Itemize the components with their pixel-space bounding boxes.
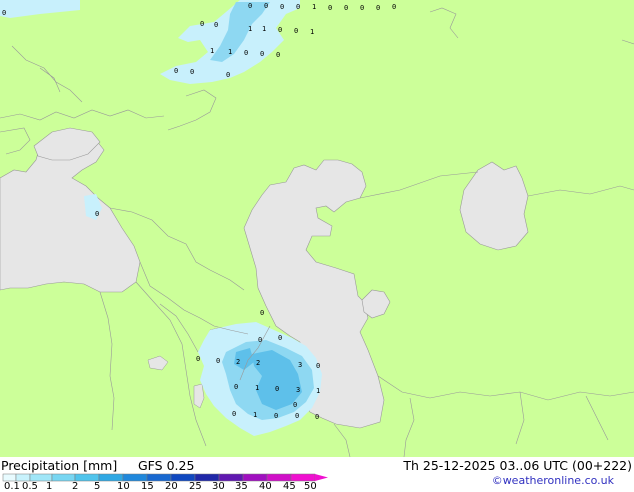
precipitation-map: 0 0 0 0 1 0 0 0 0 0 0 0 1 1 0 0 1 1 1 0 … <box>0 0 634 457</box>
legend-arrow <box>315 474 328 481</box>
legend-label: 15 <box>141 481 154 492</box>
grid-value: 0 <box>328 4 332 12</box>
grid-value: 0 <box>280 3 284 11</box>
validity-time: Th 25-12-2025 03..06 UTC (00+222) <box>403 458 632 473</box>
grid-value: 0 <box>196 355 200 363</box>
legend-label: 0.1 <box>4 481 20 492</box>
legend-swatch <box>194 473 220 482</box>
grid-value: 0 <box>260 309 264 317</box>
legend-swatch <box>15 473 31 482</box>
grid-value: 1 <box>228 48 232 56</box>
legend-swatch <box>29 473 53 482</box>
legend-swatch <box>290 473 316 482</box>
grid-value: 0 <box>278 26 282 34</box>
legend-label: 40 <box>259 481 272 492</box>
legend-label: 25 <box>189 481 202 492</box>
legend-swatch <box>98 473 124 482</box>
legend-label: 10 <box>117 481 130 492</box>
grid-value: 3 <box>298 361 302 369</box>
grid-value: 0 <box>392 3 396 11</box>
grid-value: 0 <box>264 2 268 10</box>
grid-value: 0 <box>315 413 319 421</box>
grid-value: 0 <box>190 68 194 76</box>
grid-value: 0 <box>360 4 364 12</box>
legend-label: 45 <box>283 481 296 492</box>
model-name: GFS 0.25 <box>138 458 195 473</box>
legend-label: 0.5 <box>22 481 38 492</box>
grid-value: 1 <box>312 3 316 11</box>
legend-label: 50 <box>304 481 317 492</box>
grid-value: 0 <box>174 67 178 75</box>
legend-label: 2 <box>72 481 79 492</box>
legend-swatch <box>74 473 100 482</box>
legend-label: 35 <box>235 481 248 492</box>
legend-label: 30 <box>212 481 225 492</box>
legend-swatch <box>218 473 244 482</box>
legend-swatch <box>51 473 76 482</box>
grid-value: 0 <box>258 336 262 344</box>
grid-value: 1 <box>255 384 259 392</box>
legend-swatch <box>2 473 17 482</box>
legend-swatch <box>242 473 268 482</box>
legend-label: 1 <box>46 481 53 492</box>
grid-value: 0 <box>95 210 99 218</box>
grid-value: 0 <box>234 383 238 391</box>
legend-swatch <box>146 473 172 482</box>
grid-value: 0 <box>260 50 264 58</box>
credit-link[interactable]: ©weatheronline.co.uk <box>492 474 614 487</box>
grid-value: 1 <box>210 47 214 55</box>
grid-value: 0 <box>248 2 252 10</box>
grid-value: 0 <box>200 20 204 28</box>
grid-value: 0 <box>276 51 280 59</box>
grid-value: 1 <box>316 387 320 395</box>
grid-value: 0 <box>293 401 297 409</box>
grid-value: 0 <box>295 412 299 420</box>
grid-value: 0 <box>226 71 230 79</box>
grid-value: 0 <box>244 49 248 57</box>
grid-value: 0 <box>232 410 236 418</box>
grid-value: 0 <box>294 27 298 35</box>
grid-value: 0 <box>2 9 6 17</box>
grid-value: 1 <box>253 411 257 419</box>
grid-value: 0 <box>316 362 320 370</box>
legend-swatch <box>122 473 148 482</box>
grid-value: 0 <box>216 357 220 365</box>
legend-swatch <box>170 473 196 482</box>
grid-value: 0 <box>214 21 218 29</box>
grid-value: 0 <box>274 412 278 420</box>
grid-value: 0 <box>376 4 380 12</box>
grid-value: 1 <box>262 25 266 33</box>
grid-value: 0 <box>296 3 300 11</box>
map-title: Precipitation [mm] <box>1 458 118 473</box>
grid-value: 1 <box>310 28 314 36</box>
grid-value: 2 <box>256 359 260 367</box>
grid-value: 1 <box>248 25 252 33</box>
grid-value: 0 <box>278 334 282 342</box>
grid-value: 3 <box>296 386 300 394</box>
legend-label: 5 <box>94 481 101 492</box>
grid-value: 0 <box>275 385 279 393</box>
legend-label: 20 <box>165 481 178 492</box>
grid-value: 2 <box>236 358 240 366</box>
grid-value: 0 <box>344 4 348 12</box>
legend-swatch <box>266 473 292 482</box>
